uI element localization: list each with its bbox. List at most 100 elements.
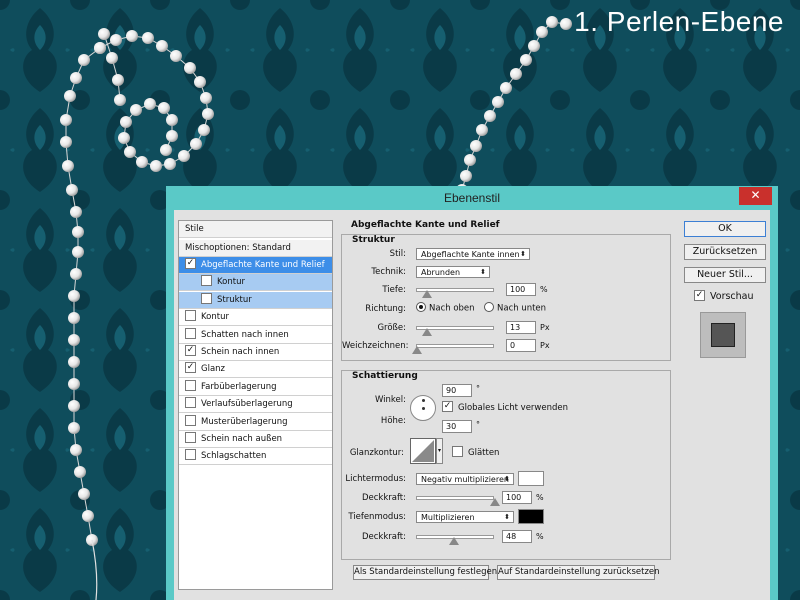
angle-unit: ° (476, 384, 480, 393)
style-item[interactable]: ✓ Schein nach innen (179, 344, 332, 361)
size-label: Größe: (377, 323, 406, 333)
depth-slider-thumb[interactable] (422, 290, 432, 298)
new-style-button[interactable]: Neuer Stil... (684, 267, 766, 283)
checkbox-icon[interactable] (185, 432, 196, 443)
angle-input[interactable]: 90 (442, 384, 472, 397)
ok-button[interactable]: OK (684, 221, 766, 237)
highlight-mode-value: Negativ multiplizieren (421, 475, 509, 484)
soften-slider[interactable] (412, 344, 494, 354)
style-item[interactable]: Schlagschatten (179, 448, 332, 466)
checkbox-checked-icon[interactable]: ✓ (185, 258, 196, 269)
soften-input[interactable]: 0 (506, 339, 536, 352)
direction-down-radio[interactable]: Nach unten (484, 302, 546, 314)
shading-group: Schattierung Winkel: 90 ° ✓ Globales Lich… (341, 370, 671, 560)
radio-off-icon (484, 302, 494, 312)
angle-dial-center (422, 407, 425, 410)
shadow-opacity-label: Deckkraft: (361, 532, 406, 542)
style-item-label: Schein nach innen (201, 347, 280, 357)
close-button[interactable]: ✕ (739, 187, 772, 205)
checkbox-icon: ✓ (442, 401, 453, 412)
set-default-button[interactable]: Als Standardeinstellung festlegen (353, 565, 497, 580)
highlight-mode-dropdown[interactable]: Negativ multiplizieren ⬍ (416, 473, 514, 485)
checkbox-checked-icon[interactable]: ✓ (185, 345, 196, 356)
checkbox-icon[interactable] (201, 275, 212, 287)
shadow-opacity-unit: % (536, 532, 544, 541)
highlight-opacity-thumb[interactable] (490, 498, 500, 506)
style-item[interactable]: Musterüberlagerung (179, 414, 332, 431)
section-title: Abgeflachte Kante und Relief (351, 220, 500, 230)
checkbox-icon[interactable] (185, 397, 196, 409)
style-item[interactable]: Struktur (179, 291, 332, 309)
depth-input[interactable]: 100 (506, 283, 536, 296)
style-item-label: Glanz (201, 364, 226, 375)
blending-options-item[interactable]: Mischoptionen: Standard (179, 240, 332, 257)
technique-dropdown[interactable]: Abrunden ⬍ (416, 266, 490, 278)
checkbox-icon[interactable] (201, 292, 212, 304)
antialias-checkbox[interactable]: Glätten (452, 446, 500, 458)
style-item[interactable]: Kontur (179, 274, 332, 292)
depth-label: Tiefe: (382, 285, 406, 295)
style-item[interactable]: ✓ Glanz (179, 361, 332, 379)
dialog-title: Ebenenstil (443, 191, 501, 205)
bevel-panel: Abgeflachte Kante und Relief Struktur St… (341, 220, 671, 590)
style-item[interactable]: Farbüberlagerung (179, 379, 332, 396)
shadow-opacity-slider[interactable] (416, 535, 494, 545)
checkbox-checked-icon[interactable]: ✓ (185, 362, 196, 374)
reset-button[interactable]: Zurücksetzen (684, 244, 766, 260)
styles-header[interactable]: Stile (179, 221, 332, 238)
highlight-color-swatch[interactable] (518, 471, 544, 486)
checkbox-icon[interactable] (185, 310, 196, 322)
direction-up-label: Nach oben (429, 303, 475, 314)
direction-up-radio[interactable]: Nach oben (416, 302, 475, 314)
bevel-style-dropdown[interactable]: Abgeflachte Kante innen ⬍ (416, 248, 530, 260)
radio-on-icon (416, 302, 426, 312)
checkbox-icon[interactable] (185, 327, 196, 339)
chevron-down-icon: ⬍ (480, 268, 486, 276)
shadow-opacity-input[interactable]: 48 (502, 530, 532, 543)
altitude-input[interactable]: 30 (442, 420, 472, 433)
size-slider[interactable] (416, 326, 494, 336)
reset-default-button[interactable]: Auf Standardeinstellung zurücksetzen (497, 565, 660, 580)
style-item-label: Kontur (201, 312, 229, 323)
soften-unit: Px (540, 341, 550, 350)
highlight-opacity-slider[interactable] (416, 496, 500, 506)
soften-label: Weichzeichnen: (342, 341, 409, 351)
contour-chevron-down-icon[interactable]: ▾ (436, 438, 443, 464)
angle-dial[interactable] (410, 395, 436, 421)
altitude-unit: ° (476, 420, 480, 429)
style-item-label: Farbüberlagerung (201, 381, 277, 392)
depth-unit: % (540, 285, 548, 294)
style-item[interactable]: Verlaufsüberlagerung (179, 396, 332, 414)
angle-label: Winkel: (374, 395, 406, 405)
size-input[interactable]: 13 (506, 321, 536, 334)
shadow-mode-dropdown[interactable]: Multiplizieren ⬍ (416, 511, 514, 523)
highlight-opacity-label: Deckkraft: (361, 493, 406, 503)
soften-slider-thumb[interactable] (412, 346, 422, 354)
style-item[interactable]: ✓ Abgeflachte Kante und Relief (179, 257, 332, 274)
checkbox-icon[interactable] (185, 379, 196, 391)
style-item[interactable]: Schatten nach innen (179, 327, 332, 344)
checkbox-icon[interactable] (185, 449, 196, 461)
technique-value: Abrunden (421, 268, 461, 277)
checkbox-icon: ✓ (694, 290, 705, 301)
size-slider-thumb[interactable] (422, 328, 432, 336)
global-light-checkbox[interactable]: ✓ Globales Licht verwenden (442, 401, 569, 413)
depth-slider[interactable] (416, 288, 494, 298)
antialias-label: Glätten (468, 448, 500, 458)
global-light-label: Globales Licht verwenden (458, 403, 569, 413)
structure-title: Struktur (352, 235, 395, 245)
preview-checkbox[interactable]: ✓ Vorschau (694, 290, 754, 302)
style-item-label: Abgeflachte Kante und Relief (201, 260, 325, 270)
bevel-style-value: Abgeflachte Kante innen (421, 250, 520, 259)
style-item[interactable]: Kontur (179, 309, 332, 327)
shadow-mode-label: Tiefenmodus: (348, 512, 406, 522)
shadow-opacity-thumb[interactable] (449, 537, 459, 545)
checkbox-icon (452, 446, 463, 457)
checkbox-icon[interactable] (185, 414, 196, 426)
style-item-label: Schein nach außen (201, 434, 283, 444)
highlight-opacity-input[interactable]: 100 (502, 491, 532, 504)
gloss-contour-picker[interactable] (410, 438, 436, 464)
style-item[interactable]: Schein nach außen (179, 431, 332, 448)
shadow-color-swatch[interactable] (518, 509, 544, 524)
style-item-label: Musterüberlagerung (201, 416, 288, 427)
